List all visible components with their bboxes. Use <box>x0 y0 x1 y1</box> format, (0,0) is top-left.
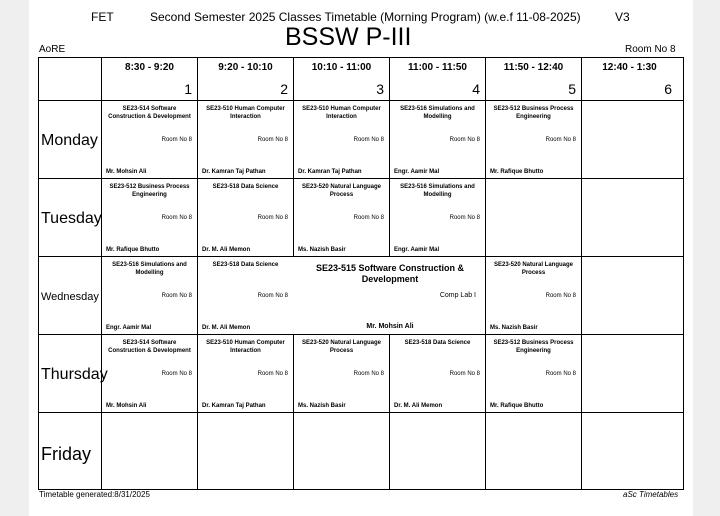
room-label: Room No 8 <box>625 44 676 55</box>
class-name: BSSW P-III <box>285 23 412 51</box>
course-title: SE23-512 Business Process Engineering <box>109 184 190 198</box>
room-text: Room No 8 <box>449 137 480 143</box>
course-title: SE23-518 Data Science <box>404 340 471 346</box>
room-text: Room No 8 <box>449 215 480 221</box>
course-title: SE23-514 Software Construction & Develop… <box>108 106 191 120</box>
period-number-2: 2 <box>280 81 288 97</box>
class-cell[interactable]: SE23-514 Software Construction & Develop… <box>102 335 197 412</box>
course-title: SE23-518 Data Science <box>212 262 279 268</box>
course-title: SE23-520 Natural Language Process <box>493 262 574 276</box>
instructor-name: Ms. Nazish Basir <box>298 247 346 253</box>
room-text: Room No 8 <box>257 371 288 377</box>
class-cell[interactable]: SE23-512 Business Process Engineering Ro… <box>102 179 197 256</box>
class-cell[interactable]: SE23-512 Business Process Engineering Ro… <box>486 101 581 178</box>
class-cell[interactable]: SE23-518 Data Science Room No 8 Dr. M. A… <box>198 179 293 256</box>
instructor-name: Dr. M. Ali Memon <box>202 325 251 331</box>
timetable-title: Second Semester 2025 Classes Timetable (… <box>150 10 581 24</box>
class-cell[interactable]: SE23-518 Data Science Room No 8 Dr. M. A… <box>390 335 485 412</box>
room-text: Room No 8 <box>161 293 192 299</box>
class-cell[interactable]: SE23-510 Human Computer Interaction Room… <box>198 335 293 412</box>
class-cell[interactable]: SE23-510 Human Computer Interaction Room… <box>198 101 293 178</box>
day-tuesday: Tuesday <box>41 210 102 227</box>
instructor-name: Ms. Nazish Basir <box>490 325 538 331</box>
period-number-4: 4 <box>472 81 480 97</box>
class-cell-merged[interactable]: SE23-515 Software Construction & Develop… <box>294 257 486 334</box>
day-wednesday: Wednesday <box>41 291 99 303</box>
room-text: Room No 8 <box>161 137 192 143</box>
class-cell[interactable]: SE23-518 Data Science Room No 8 Dr. M. A… <box>198 257 293 334</box>
course-title: SE23-512 Business Process Engineering <box>493 340 574 354</box>
period-time-3: 10:10 - 11:00 <box>311 62 372 73</box>
room-text: Room No 8 <box>257 137 288 143</box>
instructor-name: Mr. Rafique Bhutto <box>106 247 160 253</box>
room-text: Room No 8 <box>257 215 288 221</box>
period-number-3: 3 <box>376 81 384 97</box>
class-cell[interactable]: SE23-510 Human Computer Interaction Room… <box>294 101 389 178</box>
course-title: SE23-516 Simulations and Modelling <box>112 262 187 276</box>
timetable-sheet: FET Second Semester 2025 Classes Timetab… <box>29 0 693 516</box>
version-label: V3 <box>615 10 630 24</box>
room-text: Room No 8 <box>545 293 576 299</box>
day-friday: Friday <box>41 444 92 464</box>
class-cell[interactable]: SE23-520 Natural Language Process Room N… <box>294 335 389 412</box>
course-title: SE23-516 Simulations and Modelling <box>400 184 475 198</box>
room-text: Comp Lab I <box>439 292 476 299</box>
instructor-name: Dr. Kamran Taj Pathan <box>202 403 266 409</box>
day-monday: Monday <box>41 132 98 149</box>
course-title: SE23-516 Simulations and Modelling <box>400 106 475 120</box>
instructor-name: Dr. Kamran Taj Pathan <box>202 169 266 175</box>
period-time-4: 11:00 - 11:50 <box>408 62 467 73</box>
period-time-1: 8:30 - 9:20 <box>125 62 174 73</box>
instructor-name: Engr. Aamir Mal <box>394 247 440 253</box>
instructor-name: Mr. Rafique Bhutto <box>490 169 544 175</box>
room-text: Room No 8 <box>353 137 384 143</box>
class-cell[interactable]: SE23-516 Simulations and Modelling Room … <box>102 257 197 334</box>
institute-label: FET <box>91 10 114 24</box>
course-title: SE23-515 Software Construction & Develop… <box>315 263 465 285</box>
course-title: SE23-510 Human Computer Interaction <box>206 340 285 354</box>
instructor-name: Mr. Mohsin Ali <box>106 169 147 175</box>
instructor-name: Dr. M. Ali Memon <box>202 247 251 253</box>
course-title: SE23-520 Natural Language Process <box>301 184 382 198</box>
room-text: Room No 8 <box>353 371 384 377</box>
instructor-name: Dr. M. Ali Memon <box>394 403 443 409</box>
generated-footer: Timetable generated:8/31/2025 <box>39 490 150 499</box>
instructor-name: Mr. Mohsin Ali <box>366 323 414 330</box>
period-number-1: 1 <box>184 81 192 97</box>
instructor-name: Ms. Nazish Basir <box>298 403 346 409</box>
class-cell[interactable]: SE23-520 Natural Language Process Room N… <box>486 257 581 334</box>
room-text: Room No 8 <box>449 371 480 377</box>
instructor-name: Dr. Kamran Taj Pathan <box>298 169 362 175</box>
period-time-5: 11:50 - 12:40 <box>503 62 564 73</box>
period-number-6: 6 <box>664 81 672 97</box>
class-cell[interactable]: SE23-514 Software Construction & Develop… <box>102 101 197 178</box>
room-text: Room No 8 <box>353 215 384 221</box>
corner-label: AoRE <box>39 44 66 55</box>
instructor-name: Mr. Mohsin Ali <box>106 403 147 409</box>
period-number-5: 5 <box>568 81 576 97</box>
class-cell[interactable]: SE23-512 Business Process Engineering Ro… <box>486 335 581 412</box>
instructor-name: Mr. Rafique Bhutto <box>490 403 544 409</box>
class-cell[interactable]: SE23-516 Simulations and Modelling Room … <box>390 179 485 256</box>
class-cell[interactable]: SE23-520 Natural Language Process Room N… <box>294 179 389 256</box>
course-title: SE23-520 Natural Language Process <box>301 340 382 354</box>
room-text: Room No 8 <box>545 137 576 143</box>
course-title: SE23-510 Human Computer Interaction <box>206 106 285 120</box>
period-time-6: 12:40 - 1:30 <box>602 62 657 73</box>
room-text: Room No 8 <box>545 371 576 377</box>
course-title: SE23-510 Human Computer Interaction <box>302 106 381 120</box>
course-title: SE23-512 Business Process Engineering <box>493 106 574 120</box>
room-text: Room No 8 <box>257 293 288 299</box>
software-footer: aSc Timetables <box>623 490 679 499</box>
instructor-name: Engr. Aamir Mal <box>106 325 152 331</box>
room-text: Room No 8 <box>161 215 192 221</box>
room-text: Room No 8 <box>161 371 192 377</box>
period-time-2: 9:20 - 10:10 <box>218 62 273 73</box>
instructor-name: Engr. Aamir Mal <box>394 169 440 175</box>
day-thursday: Thursday <box>41 366 108 383</box>
course-title: SE23-514 Software Construction & Develop… <box>108 340 191 354</box>
class-cell[interactable]: SE23-516 Simulations and Modelling Room … <box>390 101 485 178</box>
course-title: SE23-518 Data Science <box>212 184 279 190</box>
timetable-grid: 8:30 - 9:20 9:20 - 10:10 10:10 - 11:00 1… <box>38 57 684 490</box>
